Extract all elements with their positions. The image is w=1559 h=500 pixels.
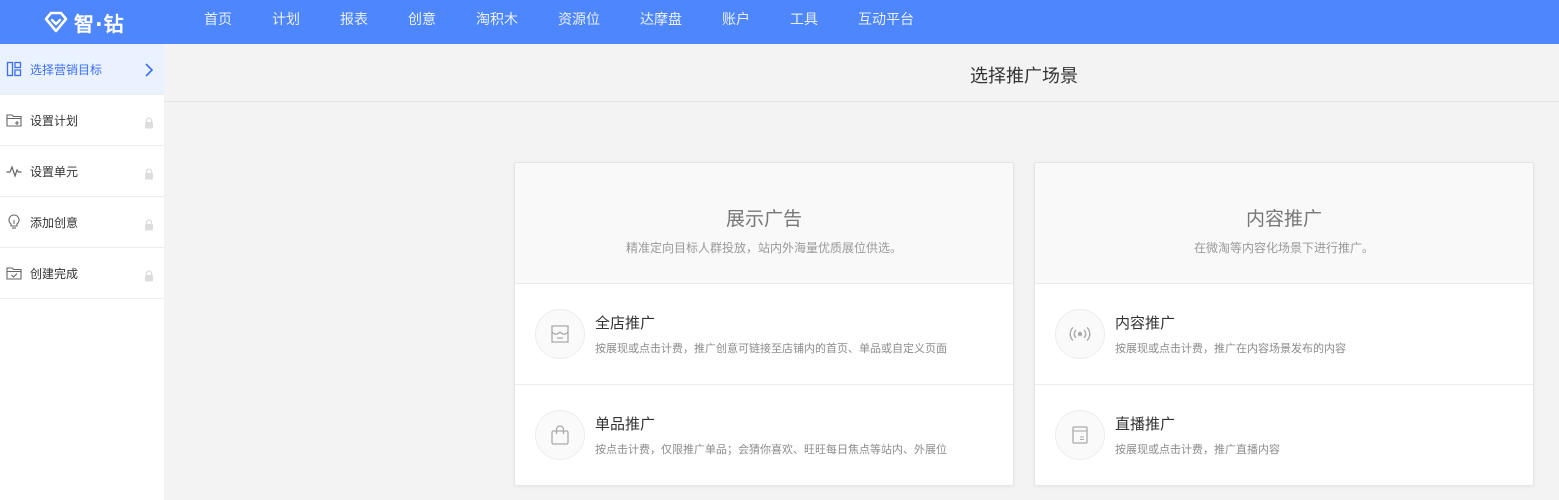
lock-icon [144,114,154,133]
sidebar-step-label: 设置计划 [30,113,79,128]
sidebar-step-select-goal[interactable]: 选择营销目标 [0,44,164,95]
sidebar-step-label: 选择营销目标 [30,62,103,77]
main-header: 选择推广场景 [164,44,1559,102]
broadcast-icon [1055,309,1105,359]
app-logo-text: 智·钻 [74,11,125,36]
nav-item-creative[interactable]: 创意 [388,0,456,44]
lock-icon [144,267,154,286]
app-logo[interactable]: 智·钻 [44,9,125,36]
card-description: 在微淘等内容化场景下进行推广。 [1193,241,1374,255]
sidebar-step-set-plan[interactable]: 设置计划 [0,95,164,146]
card-description: 精准定向目标人群投放，站内外海量优质展位供选。 [625,241,902,255]
nav-item-damopan[interactable]: 达摩盘 [620,0,702,44]
main-nav: 首页 计划 报表 创意 淘积木 资源位 达摩盘 账户 工具 互动平台 [184,0,934,44]
nav-item-taojimu[interactable]: 淘积木 [456,0,538,44]
option-content-promotion[interactable]: 内容推广 按展现或点击计费，推广在内容场景发布的内容 [1035,284,1533,385]
pulse-icon [6,163,22,179]
sidebar-step-set-unit[interactable]: 设置单元 [0,146,164,197]
sidebar-step-label: 设置单元 [30,164,79,179]
nav-item-home[interactable]: 首页 [184,0,252,44]
sidebar-step-complete[interactable]: 创建完成 [0,248,164,299]
nav-item-account[interactable]: 账户 [702,0,770,44]
option-description: 按展现或点击计费，推广直播内容 [1115,443,1280,456]
chevron-right-icon [144,62,154,81]
option-description: 按展现或点击计费，推广在内容场景发布的内容 [1115,342,1346,355]
page-title: 选择推广场景 [970,66,1078,87]
option-title: 直播推广 [1115,415,1176,433]
option-title: 内容推广 [1115,314,1176,332]
layout-icon [6,61,22,77]
option-store-promotion[interactable]: 全店推广 按展现或点击计费，推广创意可链接至店铺内的首页、单品或自定义页面 [515,284,1013,385]
option-description: 按点击计费，仅限推广单品；会猜你喜欢、旺旺每日焦点等站内、外展位 [595,443,947,456]
option-title: 全店推广 [595,314,656,332]
lightbulb-icon [6,214,22,230]
sidebar-step-add-creative[interactable]: 添加创意 [0,197,164,248]
folder-check-icon [6,265,22,281]
option-item-promotion[interactable]: 单品推广 按点击计费，仅限推广单品；会猜你喜欢、旺旺每日焦点等站内、外展位 [515,385,1013,486]
card-header: 展示广告 精准定向目标人群投放，站内外海量优质展位供选。 [515,163,1013,284]
sidebar-step-label: 创建完成 [30,266,79,281]
option-description: 按展现或点击计费，推广创意可链接至店铺内的首页、单品或自定义页面 [595,342,947,355]
store-icon [535,309,585,359]
shopping-bag-icon [535,410,585,460]
lock-icon [144,216,154,235]
scenario-card-display-ads: 展示广告 精准定向目标人群投放，站内外海量优质展位供选。 全店推广 按展现或点击… [514,162,1014,486]
card-title: 内容推广 [1245,208,1322,230]
card-header: 内容推广 在微淘等内容化场景下进行推广。 [1035,163,1533,284]
nav-item-interactive[interactable]: 互动平台 [838,0,934,44]
nav-item-resource[interactable]: 资源位 [538,0,620,44]
document-icon [1055,410,1105,460]
option-title: 单品推广 [595,415,656,433]
nav-item-plan[interactable]: 计划 [252,0,320,44]
diamond-logo-icon [44,11,68,33]
lock-icon [144,165,154,184]
nav-item-report[interactable]: 报表 [320,0,388,44]
option-live-promotion[interactable]: 直播推广 按展现或点击计费，推广直播内容 [1035,385,1533,486]
step-sidebar: 选择营销目标 设置计划 设置单元 添加创意 创建完成 [0,44,164,500]
scenario-card-content-promotion: 内容推广 在微淘等内容化场景下进行推广。 内容推广 按展现或点击计费，推广在内容… [1034,162,1534,486]
sidebar-step-label: 添加创意 [30,215,79,230]
nav-item-tools[interactable]: 工具 [770,0,838,44]
folder-plan-icon [6,112,22,128]
card-title: 展示广告 [725,208,802,230]
top-nav-bar: 智·钻 首页 计划 报表 创意 淘积木 资源位 达摩盘 账户 工具 互动平台 [0,0,1559,44]
